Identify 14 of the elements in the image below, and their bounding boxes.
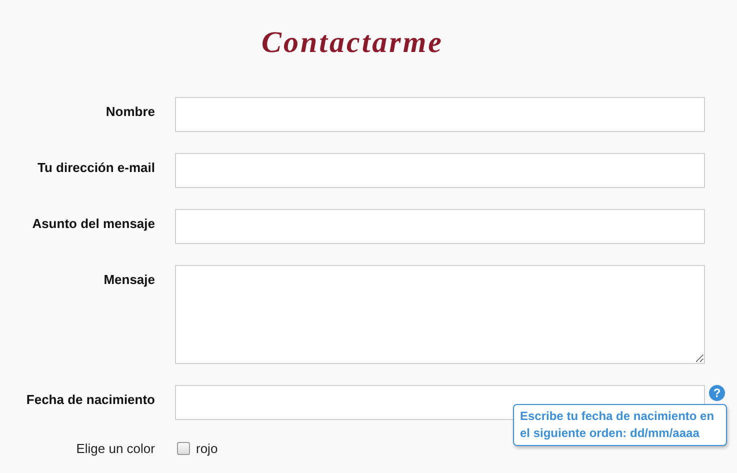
tooltip: Escribe tu fecha de nacimiento en el siguiente orden: dd/mm/aaaa xyxy=(513,404,727,446)
form-title: Contactarme xyxy=(261,26,444,60)
input-field[interactable] xyxy=(175,153,705,188)
field-label: Mensaje xyxy=(104,272,155,287)
field-label: Tu dirección e-mail xyxy=(37,160,155,175)
checkbox[interactable] xyxy=(177,442,190,455)
field-label: Elige un color xyxy=(76,441,155,456)
checkbox-label[interactable]: rojo xyxy=(196,441,218,456)
field-label: Nombre xyxy=(106,104,155,119)
message-field[interactable] xyxy=(175,265,705,364)
input-field[interactable] xyxy=(175,97,705,132)
field-label: Fecha de nacimiento xyxy=(26,392,155,407)
field-label: Asunto del mensaje xyxy=(32,216,155,231)
input-field[interactable] xyxy=(175,209,705,244)
